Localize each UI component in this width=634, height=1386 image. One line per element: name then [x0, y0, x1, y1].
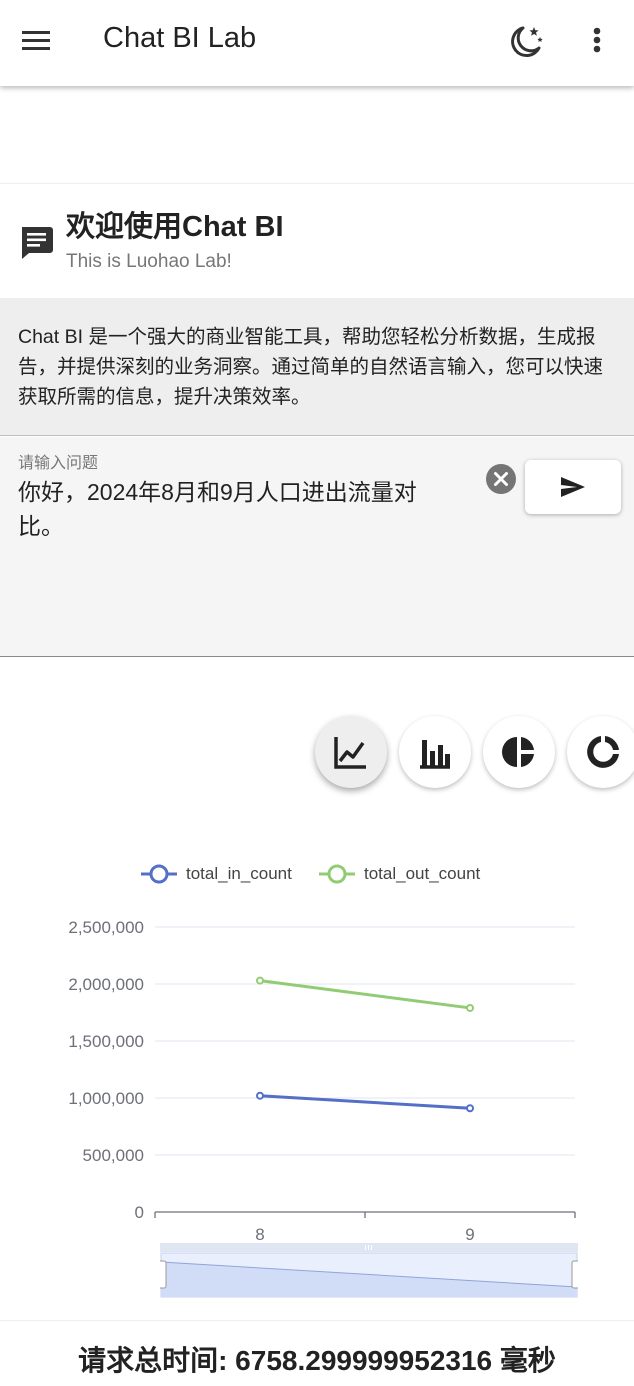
y-tick-label: 0 — [135, 1203, 144, 1222]
y-tick-label: 1,000,000 — [68, 1089, 144, 1108]
bar-chart-button[interactable] — [399, 716, 471, 788]
ring-chart-button[interactable] — [567, 716, 634, 788]
menu-icon[interactable] — [14, 20, 58, 60]
line-chart: 0 500,000 1,000,000 1,500,000 2,000,000 2,500… — [68, 918, 576, 1244]
legend-item-total-out[interactable]: total_out_count — [318, 864, 480, 884]
moon-stars-icon[interactable] — [503, 20, 547, 64]
data-point-total_in_count — [256, 1091, 264, 1100]
send-icon — [561, 477, 585, 497]
app-title: Chat BI Lab — [103, 22, 257, 54]
legend-label-total-out: total_out_count — [364, 864, 481, 883]
series-line-total_out_count — [259, 979, 471, 1010]
legend-label-total-in: total_in_count — [186, 864, 292, 883]
line-chart-button[interactable] — [315, 716, 387, 788]
bar-chart-icon — [420, 740, 450, 769]
y-tick-label: 500,000 — [83, 1146, 144, 1165]
data-zoom-right-handle[interactable] — [571, 1260, 578, 1289]
x-tick-label: 8 — [255, 1225, 264, 1244]
question-input-value[interactable]: 你好，2024年8月和9月人口进出流量对比。 — [18, 475, 458, 543]
pie-chart-button[interactable] — [483, 716, 555, 788]
welcome-title: 欢迎使用Chat BI — [66, 211, 284, 243]
app-bar: Chat BI Lab — [0, 0, 634, 86]
data-point-total_in_count — [466, 1104, 474, 1113]
ring-chart-icon — [587, 736, 619, 768]
data-point-total_out_count — [466, 1003, 474, 1012]
description-text: Chat BI 是一个强大的商业智能工具，帮助您轻松分析数据，生成报告，并提供深… — [0, 298, 634, 436]
data-zoom-left-handle[interactable] — [160, 1260, 167, 1289]
welcome-subtitle: This is Luohao Lab! — [66, 251, 232, 272]
data-zoom-slider[interactable] — [160, 1243, 578, 1299]
y-tick-label: 2,000,000 — [68, 975, 144, 994]
legend-marker-in — [141, 864, 177, 884]
x-tick-label: 9 — [465, 1225, 474, 1244]
y-tick-label: 1,500,000 — [68, 1032, 144, 1051]
legend-marker-out — [319, 864, 355, 884]
send-button[interactable] — [525, 460, 621, 514]
request-time: 请求总时间: 6758.299999952316 毫秒 — [0, 1320, 634, 1386]
pie-chart-icon — [502, 737, 534, 767]
legend-item-total-in[interactable]: total_in_count — [140, 864, 292, 884]
y-tick-label: 2,500,000 — [68, 918, 144, 937]
more-vert-icon[interactable] — [583, 20, 611, 64]
section-divider — [0, 183, 634, 184]
clear-icon[interactable] — [485, 463, 517, 495]
chat-icon — [18, 224, 54, 260]
question-input-label: 请输入问题 — [18, 455, 99, 472]
data-point-total_out_count — [256, 976, 264, 985]
line-chart-icon — [334, 737, 366, 769]
